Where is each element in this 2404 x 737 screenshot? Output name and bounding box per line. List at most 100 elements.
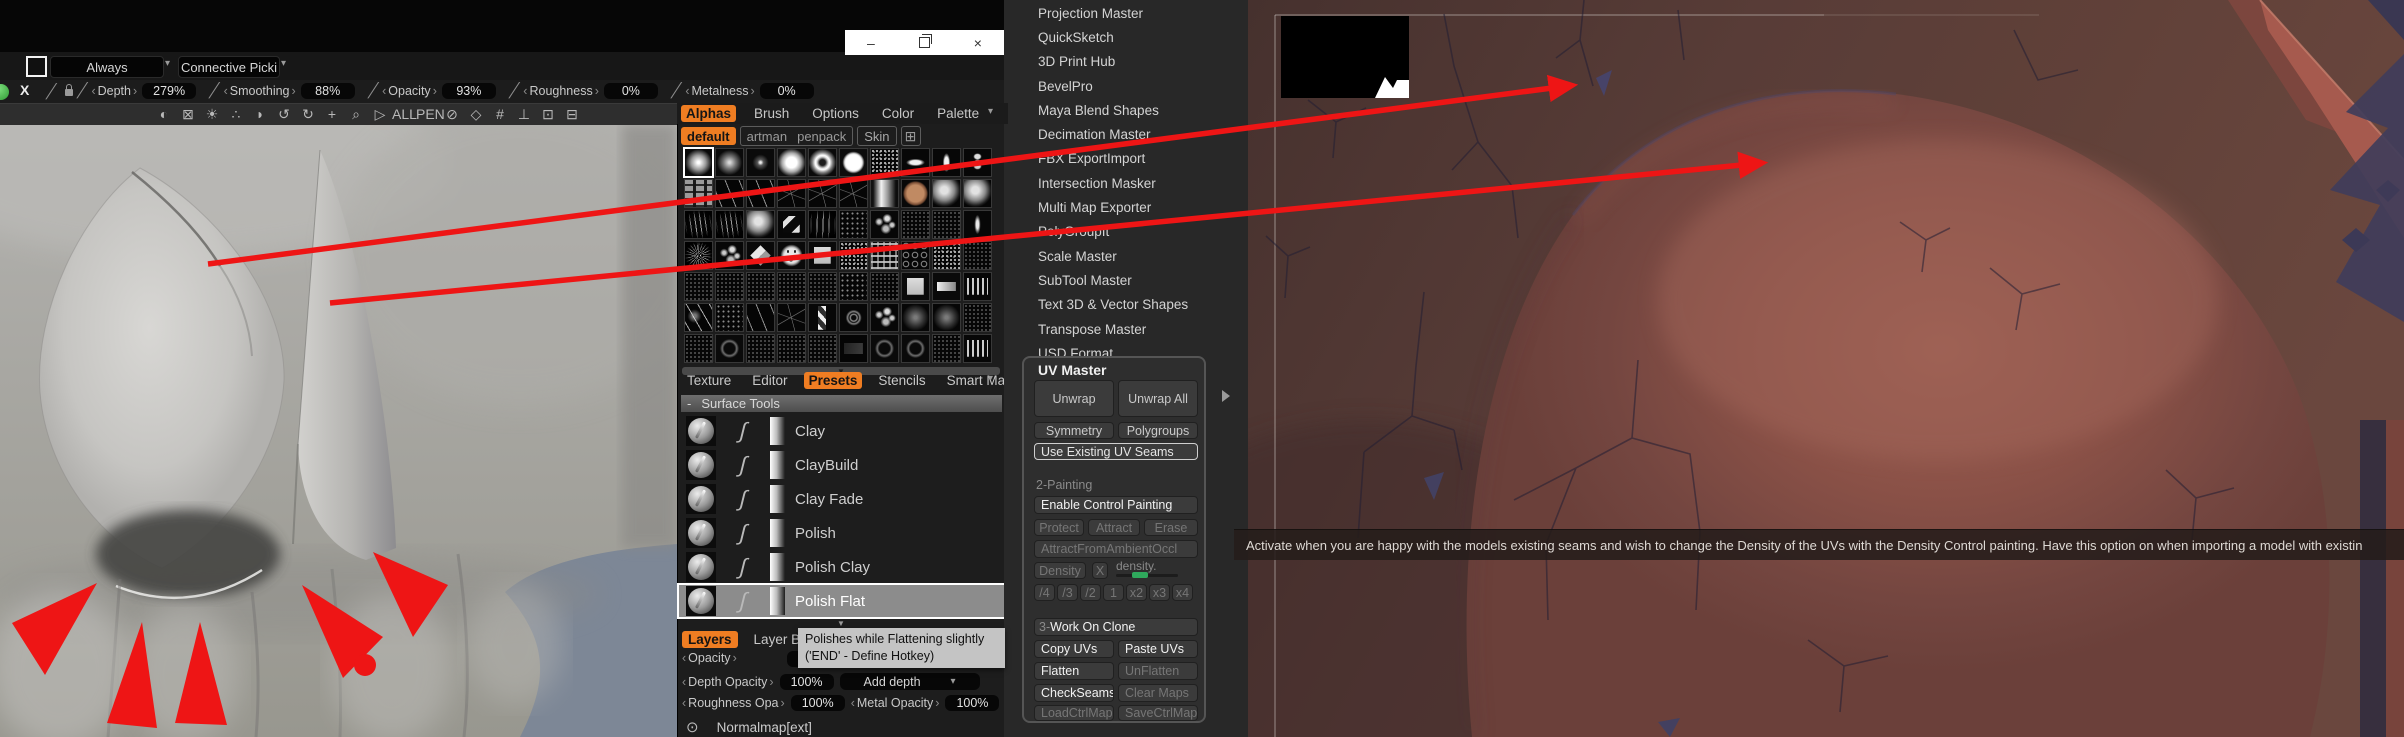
density-x-button[interactable]: X [1092, 562, 1108, 579]
alpha-set-skin[interactable]: Skin [857, 126, 897, 146]
lock-icon[interactable] [65, 84, 73, 96]
alpha-thumbnail[interactable] [777, 148, 806, 177]
flatten-button[interactable]: Flatten [1034, 662, 1114, 680]
alpha-thumbnail[interactable] [746, 272, 775, 301]
play-icon[interactable]: ▷ [368, 104, 392, 124]
rotate-left-icon[interactable]: ↺ [272, 104, 296, 124]
zplugin-menu-item[interactable]: BevelPro [1038, 74, 1238, 98]
palette-menu-tab[interactable]: Palette [932, 105, 984, 122]
alpha-thumbnail[interactable] [932, 334, 961, 363]
alpha-thumbnail[interactable] [839, 303, 868, 332]
brush-slider[interactable]: ╱ Roughness 0% [509, 82, 658, 99]
brush-preset-row[interactable]: ∫ Polish [678, 516, 1005, 550]
unflatten-button[interactable]: UnFlatten [1118, 662, 1198, 680]
add-depth-dropdown[interactable]: Add depth [839, 673, 980, 690]
alpha-thumbnail[interactable] [932, 303, 961, 332]
chevron-down-icon[interactable] [165, 58, 170, 69]
alpha-thumbnail[interactable] [963, 303, 992, 332]
alpha-thumbnail[interactable] [684, 210, 713, 239]
work-on-clone-button[interactable]: 3- Work On Clone [1034, 618, 1198, 636]
resource-panel-tab[interactable]: Stencils [873, 372, 930, 389]
alpha-thumbnail[interactable] [684, 334, 713, 363]
attract-button[interactable]: Attract [1088, 519, 1140, 536]
pen-toggle[interactable]: PEN [416, 104, 445, 124]
density-scale-button[interactable]: /4 [1034, 584, 1055, 601]
unwrap-button[interactable]: Unwrap [1034, 380, 1114, 417]
alpha-thumbnail[interactable] [684, 179, 713, 208]
status-dot[interactable] [0, 84, 9, 100]
brush-preset-row[interactable]: ∫ ClayBuild [678, 448, 1005, 482]
checkseams-button[interactable]: CheckSeams [1034, 684, 1114, 702]
alpha-thumbnail[interactable] [808, 148, 837, 177]
alpha-thumbnail[interactable] [715, 272, 744, 301]
alpha-thumbnail[interactable] [932, 272, 961, 301]
zplugin-menu-item[interactable]: FBX ExportImport [1038, 147, 1238, 171]
surface-tools-header[interactable]: - Surface Tools [681, 395, 1002, 412]
alpha-thumbnail[interactable] [870, 334, 899, 363]
palette-menu-tab[interactable]: Alphas [681, 105, 737, 122]
light-icon[interactable]: ☀ [200, 104, 224, 124]
alpha-thumbnail[interactable] [870, 272, 899, 301]
save-ctrlmap-button[interactable]: SaveCtrlMap [1118, 705, 1198, 721]
alpha-thumbnail[interactable] [839, 272, 868, 301]
brush-slider[interactable]: ╱ Opacity 93% [368, 82, 496, 99]
grid-icon[interactable]: # [488, 104, 512, 124]
load-ctrlmap-button[interactable]: LoadCtrlMap [1034, 705, 1114, 721]
chevron-down-icon[interactable] [988, 106, 993, 117]
close-x-icon[interactable]: X [20, 82, 29, 98]
visibility-eye-icon[interactable]: ⊙ [686, 718, 699, 736]
tab-layers[interactable]: Layers [682, 631, 738, 648]
alpha-thumbnail[interactable] [777, 303, 806, 332]
roughness-opacity-value[interactable]: 100% [790, 695, 845, 711]
pen-icon[interactable]: ╱ [46, 83, 57, 100]
alpha-thumbnail[interactable] [870, 241, 899, 270]
alpha-thumbnail[interactable] [932, 148, 961, 177]
zplugin-menu-item[interactable]: Scale Master [1038, 244, 1238, 268]
density-scale-button[interactable]: x4 [1172, 584, 1193, 601]
alpha-thumbnail[interactable] [963, 148, 992, 177]
slider-value[interactable]: 93% [441, 82, 496, 99]
all-toggle[interactable]: ALL [392, 104, 417, 124]
perspective-icon[interactable]: ⊟ [560, 104, 584, 124]
zplugin-menu-item[interactable]: Maya Blend Shapes [1038, 98, 1238, 122]
resource-panel-tab[interactable]: Presets [803, 372, 863, 389]
alpha-thumbnail[interactable] [746, 210, 775, 239]
zplugin-menu-item[interactable]: QuickSketch [1038, 25, 1238, 49]
contrast-icon[interactable]: ◐ [152, 104, 176, 124]
density-scale-button[interactable]: 1 [1103, 584, 1124, 601]
alpha-thumbnail[interactable] [808, 303, 837, 332]
alpha-thumbnail[interactable] [746, 334, 775, 363]
alpha-thumbnail[interactable] [683, 147, 714, 178]
alpha-thumbnail[interactable] [715, 303, 744, 332]
frame-view-icon[interactable]: ⊡ [536, 104, 560, 124]
slider-value[interactable]: 88% [300, 82, 355, 99]
alpha-thumbnail[interactable] [715, 210, 744, 239]
attract-from-ambient-occlusion-button[interactable]: AttractFromAmbientOccl [1034, 540, 1198, 558]
alpha-thumbnail[interactable] [870, 303, 899, 332]
polygroups-toggle[interactable]: Polygroups [1118, 422, 1198, 439]
alpha-thumbnail[interactable] [901, 272, 930, 301]
alpha-thumbnail[interactable] [963, 179, 992, 208]
alpha-thumbnail[interactable] [684, 241, 713, 270]
zplugin-menu-item[interactable]: Intersection Masker [1038, 171, 1238, 195]
enable-control-painting-button[interactable]: Enable Control Painting [1034, 496, 1198, 514]
alpha-thumbnail[interactable] [777, 334, 806, 363]
alpha-thumbnail[interactable] [746, 303, 775, 332]
alpha-thumbnail[interactable] [932, 210, 961, 239]
alpha-thumbnail[interactable] [870, 148, 899, 177]
alpha-thumbnail[interactable] [839, 148, 868, 177]
alpha-thumbnail[interactable] [715, 241, 744, 270]
alpha-thumbnail[interactable] [808, 272, 837, 301]
alpha-thumbnail[interactable] [932, 241, 961, 270]
alpha-thumbnail[interactable] [684, 272, 713, 301]
alpha-thumbnail[interactable] [808, 179, 837, 208]
depth-opacity-value[interactable]: 100% [779, 673, 834, 690]
alpha-set-artman[interactable]: artman [747, 129, 787, 144]
move-icon[interactable]: + [320, 104, 344, 124]
curve-mode-dropdown[interactable]: Connective Picki [178, 56, 280, 78]
zplugin-menu-item[interactable]: PolyGroupIt [1038, 220, 1238, 244]
alpha-thumbnail[interactable] [777, 272, 806, 301]
mask-off-icon[interactable]: ⊘ [440, 104, 464, 124]
zplugin-menu-item[interactable]: Decimation Master [1038, 122, 1238, 146]
density-scale-button[interactable]: x2 [1126, 584, 1147, 601]
